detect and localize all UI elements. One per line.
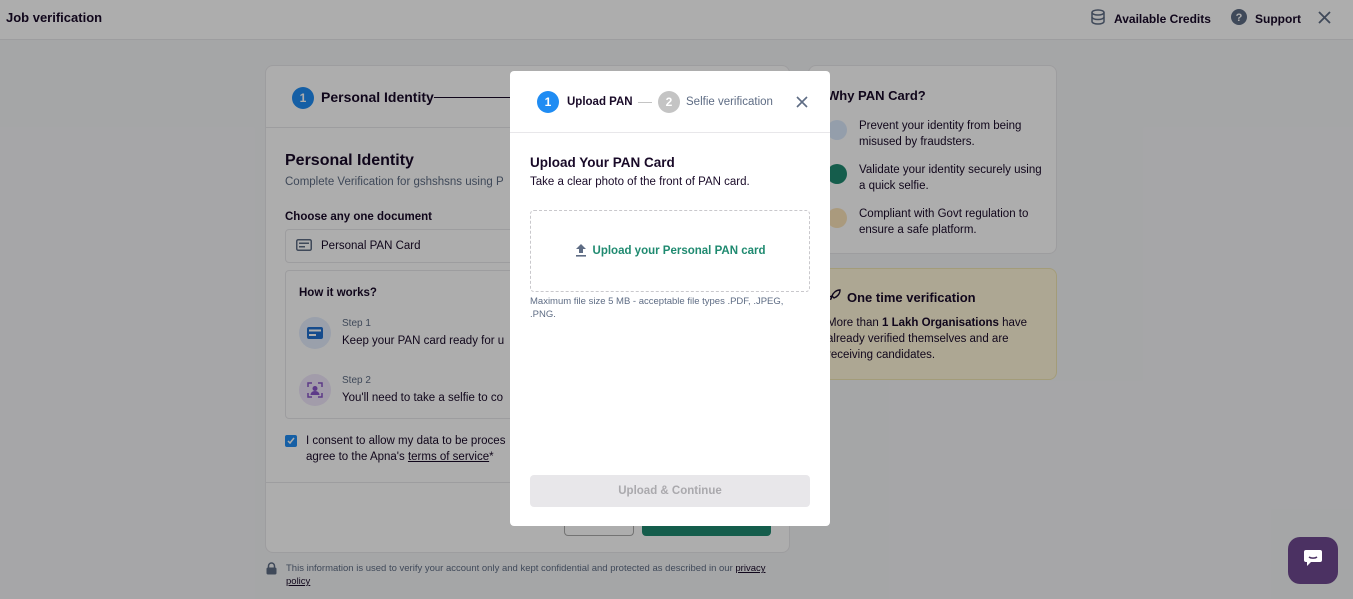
- modal-step-number: 2: [658, 91, 680, 113]
- upload-pan-modal: 1 Upload PAN 2 Selfie verification Uploa…: [510, 71, 830, 526]
- upload-dropzone[interactable]: Upload your Personal PAN card: [530, 210, 810, 292]
- modal-title: Upload Your PAN Card: [530, 155, 675, 170]
- modal-step-label: Selfie verification: [686, 96, 773, 108]
- modal-step-number: 1: [537, 91, 559, 113]
- upload-hint: Maximum file size 5 MB - acceptable file…: [530, 296, 784, 320]
- modal-step-selfie: 2 Selfie verification: [658, 91, 773, 113]
- upload-continue-button[interactable]: Upload & Continue: [530, 475, 810, 507]
- chat-icon: [1303, 549, 1323, 572]
- close-icon[interactable]: [795, 95, 809, 109]
- modal-stepper: 1 Upload PAN 2 Selfie verification: [510, 71, 830, 133]
- modal-step-upload-pan: 1 Upload PAN: [537, 91, 633, 113]
- modal-step-connector: [638, 102, 652, 103]
- upload-icon: [575, 243, 587, 260]
- chat-button[interactable]: [1288, 537, 1338, 584]
- modal-step-label: Upload PAN: [567, 96, 633, 108]
- upload-label: Upload your Personal PAN card: [592, 245, 766, 257]
- modal-subtitle: Take a clear photo of the front of PAN c…: [530, 176, 750, 188]
